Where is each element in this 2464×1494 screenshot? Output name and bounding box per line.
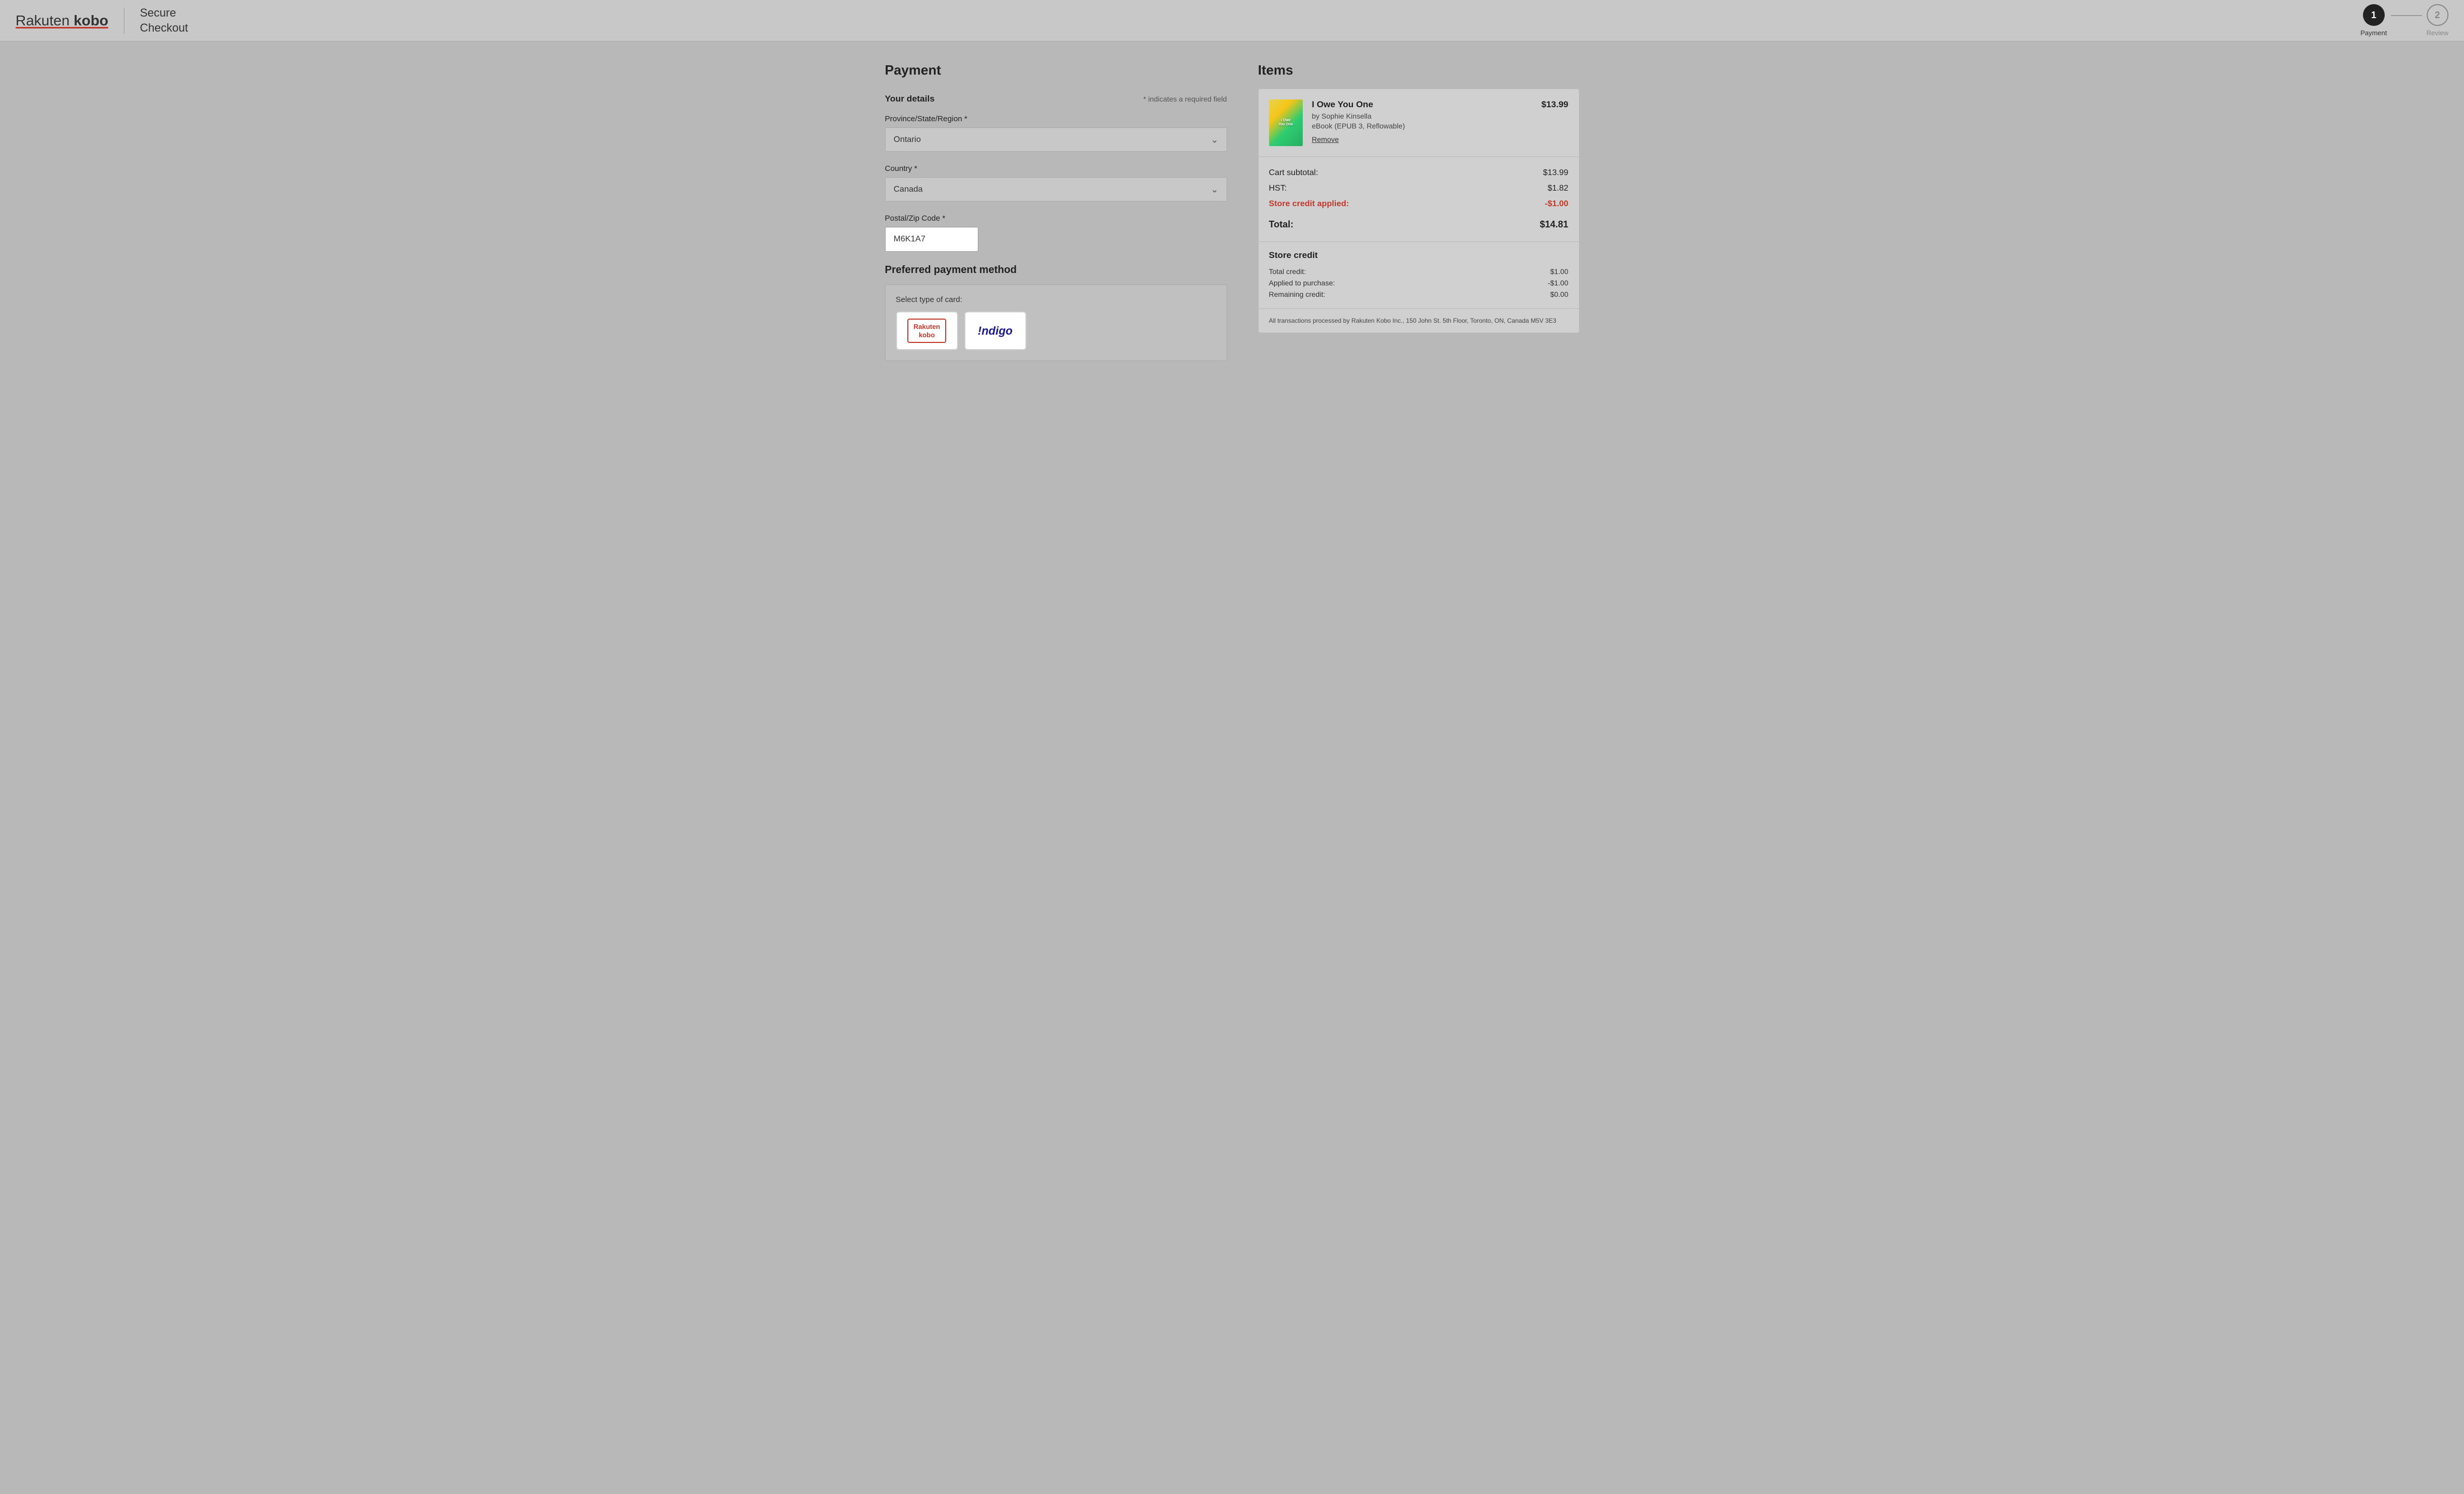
cart-subtotal-row: Cart subtotal: $13.99 — [1269, 165, 1569, 181]
total-label: Total: — [1269, 219, 1294, 230]
indigo-card-text: !ndigo — [978, 324, 1013, 338]
book-cover: I OweYou One — [1269, 99, 1303, 146]
cart-subtotal-label: Cart subtotal: — [1269, 168, 1318, 178]
step-2-circle: 2 — [2427, 4, 2448, 26]
step-1-circle: 1 — [2363, 4, 2385, 26]
hst-row: HST: $1.82 — [1269, 181, 1569, 196]
store-credit-applied-label: Store credit applied: — [1269, 199, 1349, 209]
total-row: Total: $14.81 — [1269, 216, 1569, 233]
total-credit-label: Total credit: — [1269, 267, 1306, 276]
applied-to-purchase-row: Applied to purchase: -$1.00 — [1269, 277, 1569, 289]
step-2-label: Review — [2426, 29, 2448, 37]
footer-note: All transactions processed by Rakuten Ko… — [1259, 309, 1579, 333]
book-item-row: I OweYou One I Owe You One by Sophie Kin… — [1259, 89, 1579, 157]
summary-section: Cart subtotal: $13.99 HST: $1.82 Store c… — [1259, 157, 1579, 242]
country-label: Country * — [885, 164, 1227, 173]
card-type-box: Select type of card: Rakuten kobo !ndigo — [885, 284, 1227, 361]
postal-label: Postal/Zip Code * — [885, 214, 1227, 223]
rk-rakuten-text: Rakuten — [914, 323, 940, 331]
main-content: Payment Your details * indicates a requi… — [870, 41, 1595, 382]
indigo-card-option[interactable]: !ndigo — [964, 311, 1027, 350]
postal-input[interactable] — [885, 227, 978, 252]
country-select-wrapper[interactable]: Canada ⌄ — [885, 177, 1227, 202]
store-credit-title: Store credit — [1269, 250, 1569, 261]
items-title: Items — [1258, 62, 1579, 78]
card-options: Rakuten kobo !ndigo — [896, 311, 1216, 350]
total-credit-value: $1.00 — [1550, 267, 1568, 276]
province-label: Province/State/Region * — [885, 114, 1227, 123]
step-payment: 1 Payment — [2360, 4, 2387, 37]
rk-kobo-text: kobo — [919, 331, 935, 339]
header: Rakuten kobo Secure Checkout 1 Payment 2… — [0, 0, 2464, 41]
remaining-credit-row: Remaining credit: $0.00 — [1269, 289, 1569, 300]
store-credit-applied-value: -$1.00 — [1545, 199, 1568, 209]
remove-button[interactable]: Remove — [1312, 135, 1339, 143]
payment-title: Payment — [885, 62, 1227, 78]
hst-value: $1.82 — [1547, 184, 1568, 193]
item-title: I Owe You One — [1312, 99, 1533, 110]
rakuten-kobo-logo: Rakuten kobo — [907, 319, 946, 343]
hst-label: HST: — [1269, 184, 1287, 193]
item-format: eBook (EPUB 3, Reflowable) — [1312, 122, 1533, 130]
country-select[interactable]: Canada — [885, 177, 1227, 202]
cart-subtotal-value: $13.99 — [1543, 168, 1569, 178]
header-title: Secure Checkout — [140, 6, 188, 35]
remaining-credit-label: Remaining credit: — [1269, 290, 1326, 298]
total-credit-row: Total credit: $1.00 — [1269, 266, 1569, 277]
remaining-credit-value: $0.00 — [1550, 290, 1568, 298]
logo-text: Rakuten kobo — [16, 12, 108, 28]
step-connector — [2391, 15, 2422, 16]
items-box: I OweYou One I Owe You One by Sophie Kin… — [1258, 89, 1579, 333]
province-select-wrapper[interactable]: Ontario ⌄ — [885, 127, 1227, 152]
store-credit-section: Store credit Total credit: $1.00 Applied… — [1259, 242, 1579, 309]
book-cover-inner: I OweYou One — [1269, 99, 1303, 146]
step-review: 2 Review — [2426, 4, 2448, 37]
required-note: * indicates a required field — [1143, 95, 1227, 103]
payment-method-title: Preferred payment method — [885, 264, 1227, 276]
applied-to-purchase-value: -$1.00 — [1548, 279, 1569, 287]
your-details-label: Your details — [885, 94, 935, 104]
payment-panel: Payment Your details * indicates a requi… — [885, 62, 1258, 361]
items-panel: Items I OweYou One I Owe You One by Soph… — [1258, 62, 1579, 361]
step-1-label: Payment — [2360, 29, 2387, 37]
applied-to-purchase-label: Applied to purchase: — [1269, 279, 1335, 287]
book-cover-title: I OweYou One — [1278, 119, 1293, 127]
logo-kobo: kobo — [74, 12, 108, 28]
province-select[interactable]: Ontario — [885, 127, 1227, 152]
card-type-label: Select type of card: — [896, 295, 1216, 304]
logo: Rakuten kobo — [16, 12, 108, 28]
total-value: $14.81 — [1540, 219, 1568, 230]
item-info: I Owe You One by Sophie Kinsella eBook (… — [1312, 99, 1533, 145]
item-author: by Sophie Kinsella — [1312, 112, 1533, 120]
your-details-row: Your details * indicates a required fiel… — [885, 94, 1227, 104]
checkout-steps: 1 Payment 2 Review — [2360, 4, 2448, 37]
logo-rakuten: Rakuten — [16, 12, 69, 28]
item-price: $13.99 — [1542, 99, 1569, 110]
rakuten-kobo-card-option[interactable]: Rakuten kobo — [896, 311, 958, 350]
store-credit-applied-row: Store credit applied: -$1.00 — [1269, 196, 1569, 212]
